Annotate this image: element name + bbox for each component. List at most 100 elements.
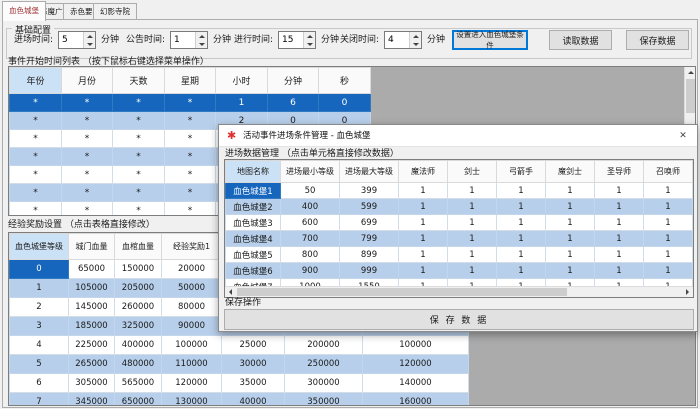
spin-up-icon[interactable] <box>304 32 315 40</box>
table-row[interactable]: ****160 <box>10 94 371 112</box>
scrollbar-thumb[interactable] <box>686 79 695 113</box>
close-time-spinner[interactable] <box>384 31 422 49</box>
table-cell[interactable]: 120000 <box>162 374 222 393</box>
table-cell[interactable]: 1 <box>644 199 693 215</box>
table-cell[interactable]: 35000 <box>222 374 285 393</box>
table-cell[interactable]: 0 <box>10 260 69 279</box>
column-header[interactable]: 地图名称 <box>226 161 281 183</box>
table-cell[interactable]: 105000 <box>69 279 115 298</box>
table-cell[interactable]: 1 <box>497 183 546 199</box>
column-header[interactable]: 剑士 <box>448 161 497 183</box>
table-cell[interactable]: * <box>10 130 62 148</box>
table-cell[interactable]: 血色城堡6 <box>226 263 281 279</box>
table-cell[interactable]: 1 <box>644 263 693 279</box>
table-cell[interactable]: * <box>62 166 113 184</box>
scrollbar-thumb[interactable] <box>237 288 567 296</box>
table-cell[interactable]: 599 <box>340 199 399 215</box>
table-cell[interactable]: 265000 <box>69 355 115 374</box>
table-cell[interactable]: * <box>10 184 62 202</box>
table-cell[interactable]: 305000 <box>69 374 115 393</box>
spin-down-icon[interactable] <box>410 40 421 48</box>
column-header[interactable]: 秒 <box>319 68 371 94</box>
table-cell[interactable]: * <box>10 202 62 217</box>
table-cell[interactable]: 120000 <box>363 355 469 374</box>
table-cell[interactable]: 1 <box>399 247 448 263</box>
table-cell[interactable]: 20000 <box>162 260 222 279</box>
notice-time-input[interactable] <box>171 32 198 48</box>
table-cell[interactable]: * <box>165 148 216 166</box>
table-cell[interactable]: * <box>113 94 165 112</box>
table-cell[interactable]: 1 <box>546 263 595 279</box>
table-cell[interactable]: 1 <box>448 231 497 247</box>
tab-blood-castle[interactable]: 血色城堡 <box>2 1 46 21</box>
column-header[interactable]: 城门血量 <box>69 234 115 260</box>
table-cell[interactable]: 799 <box>340 231 399 247</box>
table-cell[interactable]: * <box>113 166 165 184</box>
table-cell[interactable]: 1 <box>546 199 595 215</box>
table-cell[interactable]: 1 <box>497 263 546 279</box>
table-cell[interactable]: 100000 <box>162 336 222 355</box>
table-cell[interactable]: 110000 <box>162 355 222 374</box>
scroll-up-icon[interactable] <box>685 67 696 78</box>
table-cell[interactable]: 1 <box>546 183 595 199</box>
table-cell[interactable]: 899 <box>340 247 399 263</box>
table-cell[interactable]: 225000 <box>69 336 115 355</box>
table-cell[interactable]: 150000 <box>115 260 162 279</box>
set-entry-condition-button[interactable]: 设置进入血色城堡条件 <box>452 30 528 50</box>
table-cell[interactable]: 1 <box>399 199 448 215</box>
table-cell[interactable]: 1 <box>497 199 546 215</box>
table-cell[interactable]: 1 <box>448 247 497 263</box>
table-cell[interactable]: 1 <box>546 231 595 247</box>
table-cell[interactable]: 血色城堡3 <box>226 215 281 231</box>
table-cell[interactable]: 1 <box>644 215 693 231</box>
table-cell[interactable]: 399 <box>340 183 399 199</box>
dialog-save-button[interactable]: 保 存 数 据 <box>224 309 694 330</box>
table-row[interactable]: 血色城堡2400599111111 <box>226 199 693 215</box>
table-cell[interactable]: 1 <box>644 247 693 263</box>
table-cell[interactable]: 480000 <box>115 355 162 374</box>
table-cell[interactable]: 50 <box>281 183 340 199</box>
table-cell[interactable]: 300000 <box>285 374 363 393</box>
table-cell[interactable]: * <box>10 148 62 166</box>
column-header[interactable]: 圣导师 <box>595 161 644 183</box>
table-cell[interactable]: 200000 <box>285 336 363 355</box>
table-cell[interactable]: 80000 <box>162 298 222 317</box>
dialog-titlebar[interactable]: ✱ 活动事件进场条件管理 - 血色城堡 ✕ <box>219 125 697 147</box>
table-cell[interactable]: 1 <box>448 215 497 231</box>
spin-down-icon[interactable] <box>196 40 207 48</box>
table-cell[interactable]: 1 <box>546 247 595 263</box>
table-cell[interactable]: 1 <box>595 231 644 247</box>
table-cell[interactable]: * <box>113 184 165 202</box>
column-header[interactable]: 星期 <box>165 68 216 94</box>
run-time-input[interactable] <box>279 32 306 48</box>
table-cell[interactable]: 350000 <box>285 393 363 407</box>
table-cell[interactable]: 100000 <box>363 336 469 355</box>
table-cell[interactable]: 999 <box>340 263 399 279</box>
table-cell[interactable]: 1 <box>399 231 448 247</box>
table-cell[interactable]: 1 <box>399 215 448 231</box>
table-cell[interactable]: 1 <box>10 279 69 298</box>
column-header[interactable]: 小时 <box>216 68 268 94</box>
table-cell[interactable]: 1 <box>448 199 497 215</box>
table-cell[interactable]: 325000 <box>115 317 162 336</box>
close-icon[interactable]: ✕ <box>669 125 697 146</box>
table-cell[interactable]: 185000 <box>69 317 115 336</box>
tab-illusion-temple[interactable]: 幻影寺院 <box>93 3 137 20</box>
table-cell[interactable]: 1 <box>595 263 644 279</box>
horizontal-scrollbar[interactable] <box>225 286 693 297</box>
table-cell[interactable]: 6 <box>268 94 319 112</box>
table-cell[interactable]: 血色城堡1 <box>226 183 281 199</box>
table-cell[interactable]: * <box>165 94 216 112</box>
table-cell[interactable]: * <box>62 148 113 166</box>
table-cell[interactable]: * <box>113 112 165 130</box>
table-cell[interactable]: * <box>165 184 216 202</box>
table-cell[interactable]: 1 <box>216 94 268 112</box>
table-cell[interactable]: * <box>62 130 113 148</box>
spinner-arrows[interactable] <box>409 32 421 48</box>
table-cell[interactable]: 250000 <box>285 355 363 374</box>
table-cell[interactable]: 800 <box>281 247 340 263</box>
table-cell[interactable]: 90000 <box>162 317 222 336</box>
column-header[interactable]: 进场最小等级 <box>281 161 340 183</box>
table-cell[interactable]: * <box>10 112 62 130</box>
table-cell[interactable]: * <box>10 94 62 112</box>
